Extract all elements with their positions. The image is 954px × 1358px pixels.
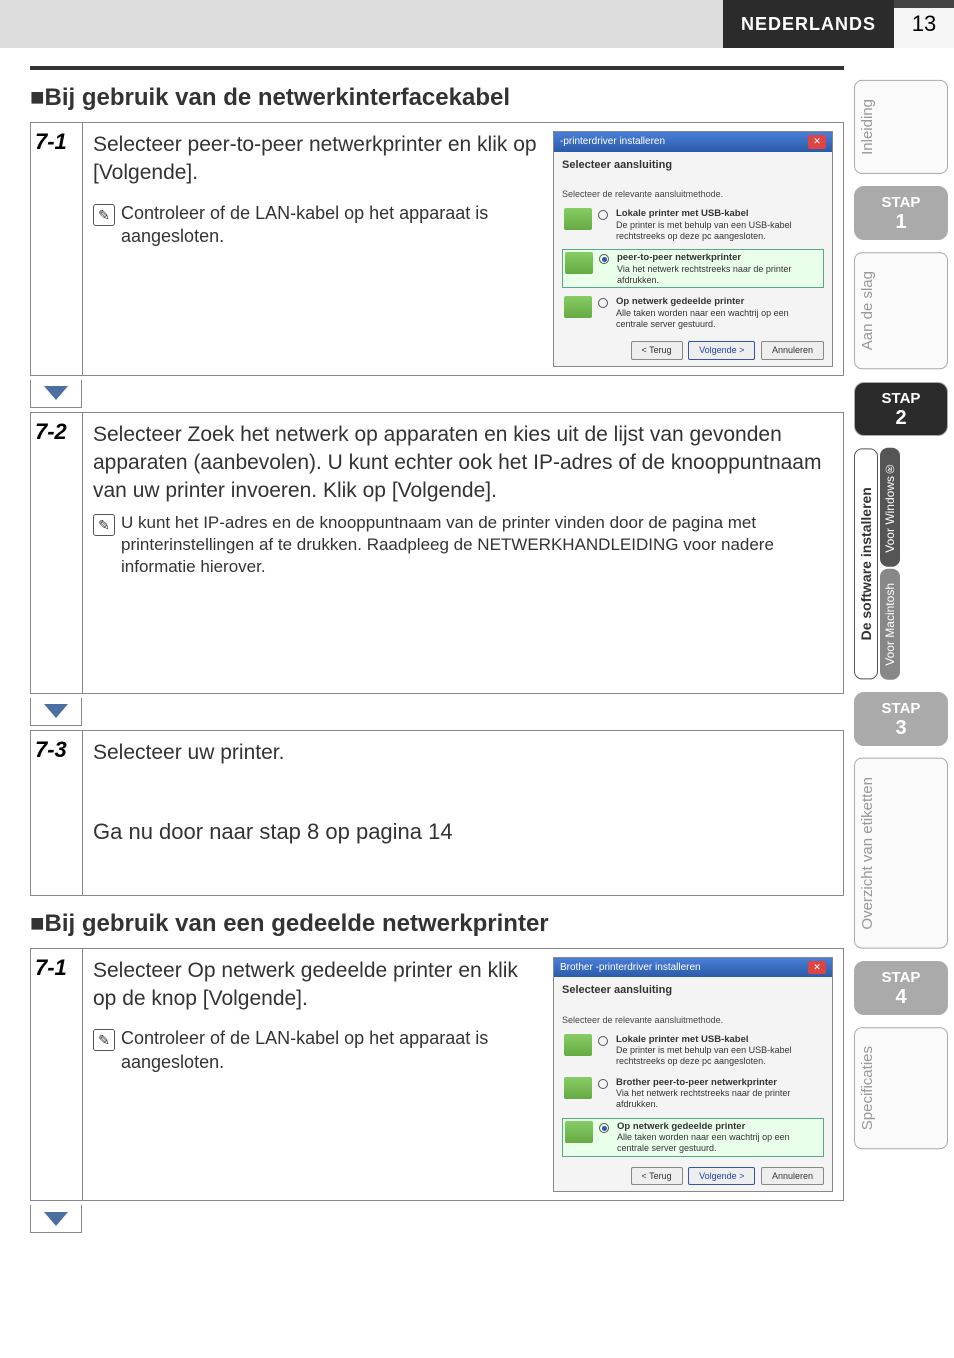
radio-selected-icon (599, 254, 609, 264)
step-number: 7-3 (31, 731, 83, 895)
step-note: Controleer of de LAN-kabel op het appara… (121, 202, 543, 249)
step-7-2: 7-2 Selecteer Zoek het netwerk op appara… (30, 412, 844, 694)
step-text: Selecteer peer-to-peer netwerkprinter en… (93, 131, 543, 188)
step-note: U kunt het IP-adres en de knooppuntnaam … (121, 512, 833, 578)
dialog-subtext: Selecteer de relevante aansluitmethode. (562, 1014, 824, 1026)
dialog-heading: Selecteer aansluiting (562, 983, 824, 998)
step-7-1: 7-1 Selecteer peer-to-peer netwerkprinte… (30, 122, 844, 376)
section-heading-network-cable: ■Bij gebruik van de netwerkinterfacekabe… (30, 84, 844, 112)
tab-stap-1[interactable]: STAP1 (854, 186, 948, 241)
radio-selected-icon (599, 1123, 609, 1133)
tab-aan-de-slag[interactable]: Aan de slag (854, 252, 948, 369)
tab-windows: Voor Windows® (880, 448, 900, 567)
tab-etiketten[interactable]: Overzicht van etiketten (854, 758, 948, 949)
tab-specificaties[interactable]: Specificaties (854, 1027, 948, 1149)
step-text: Selecteer Zoek het netwerk op apparaten … (93, 421, 833, 506)
step-number: 7-1 (31, 949, 83, 1201)
next-button[interactable]: Volgende > (688, 1167, 755, 1185)
dialog-heading: Selecteer aansluiting (562, 158, 824, 173)
page-header: NEDERLANDS 13 (0, 0, 954, 48)
note-icon: ✎ (93, 204, 115, 226)
printer-icon (565, 252, 593, 274)
goto-text: Ga nu door naar stap 8 op pagina 14 (93, 817, 833, 847)
language-label: NEDERLANDS (723, 0, 894, 48)
step-number: 7-2 (31, 413, 83, 693)
printer-icon (564, 208, 592, 230)
close-icon: ✕ (808, 961, 826, 975)
radio-icon (598, 298, 608, 308)
section-heading-shared-printer: ■Bij gebruik van een gedeelde netwerkpri… (30, 910, 844, 938)
printer-icon (564, 1077, 592, 1099)
note-icon: ✎ (93, 1029, 115, 1051)
radio-icon (598, 210, 608, 220)
dialog-title: Brother -printerdriver installeren (560, 961, 701, 975)
down-arrow-icon (30, 698, 82, 726)
dialog-screenshot-1: -printerdriver installeren ✕ Selecteer a… (553, 131, 833, 367)
dialog-subtext: Selecteer de relevante aansluitmethode. (562, 188, 824, 200)
back-button[interactable]: < Terug (631, 341, 683, 359)
step-text: Selecteer uw printer. (93, 739, 833, 767)
tab-macintosh: Voor Macintosh (880, 569, 900, 680)
down-arrow-icon (30, 380, 82, 408)
tab-software-installeren[interactable]: De software installeren Voor Windows® Vo… (854, 448, 948, 679)
down-arrow-icon (30, 1205, 82, 1233)
note-icon: ✎ (93, 514, 115, 536)
step-7-1-shared: 7-1 Selecteer Op netwerk gedeelde printe… (30, 948, 844, 1202)
close-icon: ✕ (808, 135, 826, 149)
step-note: Controleer of de LAN-kabel op het appara… (121, 1027, 543, 1074)
step-7-3: 7-3 Selecteer uw printer. Ga nu door naa… (30, 730, 844, 896)
cancel-button[interactable]: Annuleren (761, 1167, 824, 1185)
printer-icon (564, 1034, 592, 1056)
back-button[interactable]: < Terug (631, 1167, 683, 1185)
dialog-title: -printerdriver installeren (560, 135, 665, 149)
printer-icon (565, 1121, 593, 1143)
radio-icon (598, 1036, 608, 1046)
step-number: 7-1 (31, 123, 83, 375)
printer-icon (564, 296, 592, 318)
radio-icon (598, 1079, 608, 1089)
step-text: Selecteer Op netwerk gedeelde printer en… (93, 957, 543, 1014)
tab-stap-3[interactable]: STAP3 (854, 692, 948, 747)
tab-inleiding[interactable]: Inleiding (854, 80, 948, 174)
tab-stap-4[interactable]: STAP4 (854, 961, 948, 1016)
side-nav-tabs: Inleiding STAP1 Aan de slag STAP2 De sof… (854, 80, 948, 1149)
tab-stap-2[interactable]: STAP2 (854, 382, 948, 437)
cancel-button[interactable]: Annuleren (761, 341, 824, 359)
next-button[interactable]: Volgende > (688, 341, 755, 359)
dialog-screenshot-2: Brother -printerdriver installeren ✕ Sel… (553, 957, 833, 1193)
